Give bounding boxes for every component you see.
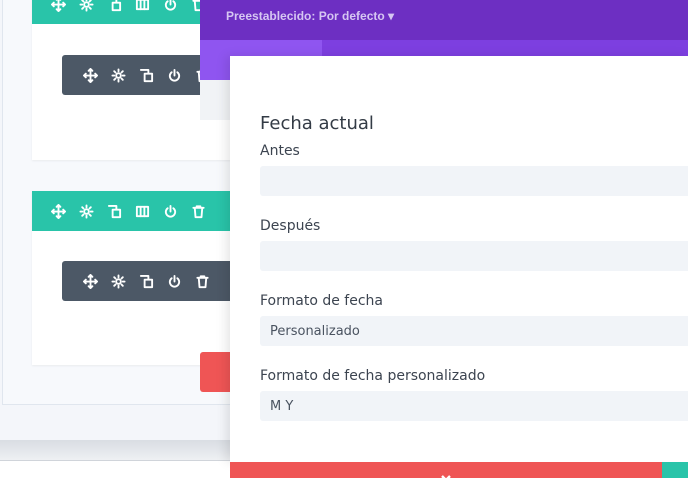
after-label: Después bbox=[260, 218, 321, 234]
move-icon[interactable] bbox=[44, 0, 72, 18]
columns-icon[interactable] bbox=[128, 0, 156, 18]
date-format-label: Formato de fecha bbox=[260, 293, 383, 309]
columns-icon[interactable] bbox=[128, 197, 156, 225]
module-toolbar bbox=[62, 261, 238, 301]
gear-icon[interactable] bbox=[72, 0, 100, 18]
power-icon[interactable] bbox=[160, 267, 188, 295]
gear-icon[interactable] bbox=[104, 267, 132, 295]
row-block bbox=[32, 191, 238, 365]
power-icon[interactable] bbox=[156, 197, 184, 225]
duplicate-icon[interactable] bbox=[132, 267, 160, 295]
move-icon[interactable] bbox=[76, 61, 104, 89]
power-icon[interactable] bbox=[160, 61, 188, 89]
power-icon[interactable] bbox=[156, 0, 184, 18]
modal-search-bar bbox=[200, 80, 230, 120]
duplicate-icon[interactable] bbox=[132, 61, 160, 89]
custom-format-label: Formato de fecha personalizado bbox=[260, 368, 486, 384]
preset-selector[interactable]: Preestablecido: Por defecto ▾ bbox=[226, 9, 394, 23]
move-icon[interactable] bbox=[76, 267, 104, 295]
after-input[interactable] bbox=[260, 241, 688, 271]
move-icon[interactable] bbox=[44, 197, 72, 225]
trash-icon[interactable] bbox=[188, 267, 216, 295]
trash-icon[interactable] bbox=[184, 197, 212, 225]
duplicate-icon[interactable] bbox=[100, 0, 128, 18]
custom-format-input[interactable]: M Y bbox=[260, 391, 688, 421]
duplicate-icon[interactable] bbox=[100, 197, 128, 225]
before-label: Antes bbox=[260, 143, 300, 159]
settings-panel: Fecha actual Antes Después Formato de fe… bbox=[230, 56, 688, 462]
save-button[interactable] bbox=[662, 462, 688, 478]
gear-icon[interactable] bbox=[72, 197, 100, 225]
section-title: Fecha actual bbox=[260, 113, 374, 134]
row-toolbar bbox=[32, 191, 238, 231]
gear-icon[interactable] bbox=[104, 61, 132, 89]
before-input[interactable] bbox=[260, 166, 688, 196]
date-format-select[interactable]: Personalizado bbox=[260, 316, 688, 346]
close-icon[interactable] bbox=[440, 471, 452, 478]
